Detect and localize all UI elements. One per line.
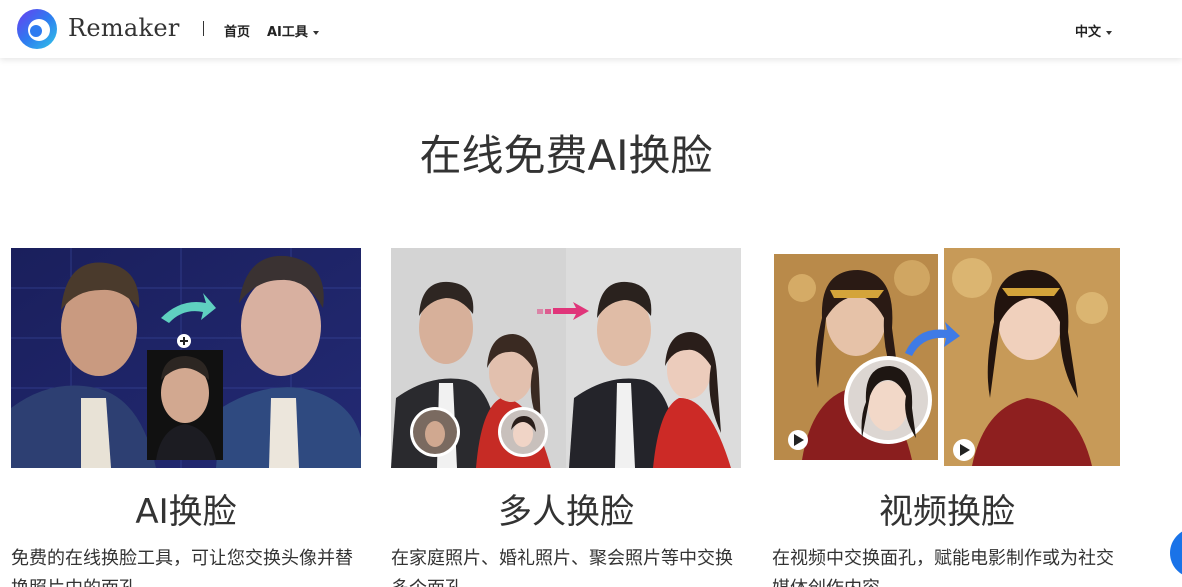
nav-home-link[interactable]: 首页 bbox=[224, 21, 250, 40]
card-title[interactable]: 视频换脸 bbox=[772, 484, 1122, 533]
feature-card-video-face-swap[interactable]: 视频换脸 在视频中交换面孔，赋能电影制作或为社交媒体创作内容 bbox=[772, 248, 1122, 587]
card-description: 免费的在线换脸工具，可让您交换头像并替换照片中的面孔 bbox=[11, 548, 353, 587]
language-selector[interactable]: 中文 bbox=[1075, 21, 1113, 40]
brand-name[interactable]: Remaker bbox=[68, 14, 180, 42]
language-label: 中文 bbox=[1075, 25, 1102, 40]
multiple-face-swap-image[interactable] bbox=[391, 248, 741, 468]
remaker-logo-icon[interactable] bbox=[16, 8, 58, 50]
card-title[interactable]: AI换脸 bbox=[11, 484, 361, 533]
ai-face-swap-image[interactable] bbox=[11, 248, 361, 468]
chevron-down-icon bbox=[312, 30, 319, 35]
feature-card-ai-face-swap[interactable]: AI换脸 免费的在线换脸工具，可让您交换头像并替换照片中的面孔 bbox=[11, 248, 361, 587]
nav-ai-tools-label: AI工具 bbox=[267, 25, 308, 40]
card-title[interactable]: 多人换脸 bbox=[391, 484, 741, 533]
chevron-down-icon bbox=[1106, 30, 1113, 35]
nav-ai-tools-dropdown[interactable]: AI工具 bbox=[267, 21, 319, 40]
nav-divider bbox=[203, 21, 204, 36]
page-title: 在线免费AI换脸 bbox=[419, 131, 713, 180]
card-description: 在家庭照片、婚礼照片、聚会照片等中交换多个面孔 bbox=[391, 548, 733, 587]
video-face-swap-image[interactable] bbox=[772, 248, 1122, 468]
chat-help-button[interactable] bbox=[1170, 528, 1182, 578]
card-description: 在视频中交换面孔，赋能电影制作或为社交媒体创作内容 bbox=[772, 548, 1114, 587]
feature-card-multiple-face-swap[interactable]: 多人换脸 在家庭照片、婚礼照片、聚会照片等中交换多个面孔 bbox=[391, 248, 741, 587]
top-navbar: Remaker 首页 AI工具 中文 bbox=[0, 0, 1182, 58]
